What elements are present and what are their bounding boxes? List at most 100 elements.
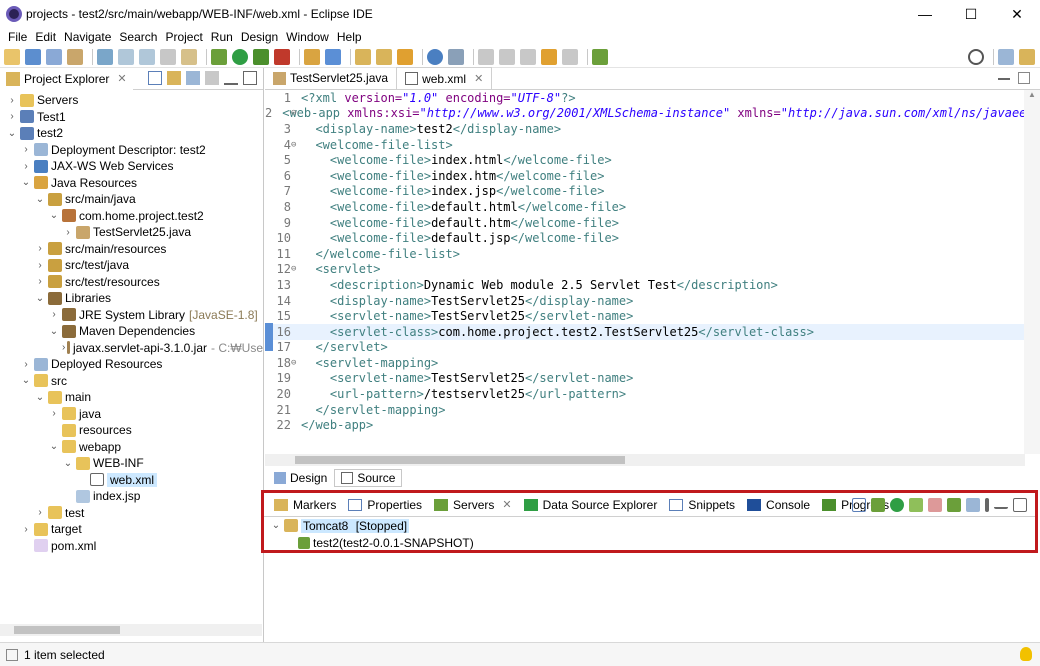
- tree-item[interactable]: ⌄ com.home.project.test2: [0, 208, 263, 225]
- expand-toggle-icon[interactable]: ›: [62, 342, 65, 353]
- close-tab-icon[interactable]: ✕: [117, 72, 126, 85]
- maximize-view-icon[interactable]: [243, 71, 257, 85]
- scroll-up-icon[interactable]: ▲: [1024, 90, 1040, 104]
- expand-toggle-icon[interactable]: ›: [34, 276, 46, 287]
- code-line[interactable]: 8 <welcome-file> default.html </welcome-fi…: [265, 199, 1025, 215]
- minimize-view-icon[interactable]: [994, 501, 1008, 509]
- tree-item[interactable]: › TestServlet25.java: [0, 224, 263, 241]
- expand-toggle-icon[interactable]: ⌄: [34, 392, 46, 403]
- publish-icon[interactable]: [947, 498, 961, 512]
- minimize-editor-icon[interactable]: [998, 72, 1010, 80]
- open-type-icon[interactable]: [67, 48, 83, 65]
- stop-server-icon[interactable]: [928, 498, 942, 512]
- expand-toggle-icon[interactable]: ⌄: [48, 326, 60, 337]
- minimize-view-icon[interactable]: [224, 71, 238, 85]
- fold-toggle-icon[interactable]: ⊖: [291, 140, 296, 150]
- code-line[interactable]: 9 <welcome-file> default.htm </welcome-fil…: [265, 215, 1025, 231]
- xml-source-editor[interactable]: 1 <?xml version= "1.0" encoding= "UTF-8" ?> 2…: [265, 90, 1034, 454]
- expand-toggle-icon[interactable]: ›: [48, 309, 60, 320]
- back-icon[interactable]: [541, 48, 557, 65]
- search-icon[interactable]: [968, 48, 984, 65]
- link-with-editor-icon[interactable]: [167, 71, 181, 85]
- menu-search[interactable]: Search: [115, 30, 161, 44]
- collapse-all-icon[interactable]: [148, 71, 162, 85]
- menu-navigate[interactable]: Navigate: [60, 30, 115, 44]
- expand-toggle-icon[interactable]: ⌄: [20, 177, 32, 188]
- external-tools-icon[interactable]: [274, 48, 290, 65]
- fold-toggle-icon[interactable]: ⊖: [291, 358, 296, 368]
- expand-toggle-icon[interactable]: ⌄: [34, 293, 46, 304]
- lightbulb-icon[interactable]: [1020, 647, 1032, 661]
- tab-properties[interactable]: Properties: [344, 494, 426, 516]
- next-annotation-icon[interactable]: [478, 48, 494, 65]
- expand-toggle-icon[interactable]: ⌄: [48, 210, 60, 221]
- tree-item[interactable]: ⌄ test2: [0, 125, 263, 142]
- tree-item[interactable]: ⌄ WEB-INF: [0, 455, 263, 472]
- expand-toggle-icon[interactable]: ⌄: [270, 520, 282, 531]
- scrollbar-thumb[interactable]: [14, 626, 120, 634]
- code-line[interactable]: 13 <description> Dynamic Web module 2.5 S…: [265, 277, 1025, 293]
- code-line[interactable]: 12 ⊖ <servlet>: [265, 262, 1025, 278]
- code-line[interactable]: 15 <servlet-name> TestServlet25 </servlet-…: [265, 308, 1025, 324]
- project-explorer-horizontal-scrollbar[interactable]: [0, 624, 262, 636]
- open-task-icon[interactable]: [376, 48, 392, 65]
- tree-item[interactable]: › test: [0, 505, 263, 522]
- close-button[interactable]: ✕: [994, 0, 1040, 28]
- code-line[interactable]: 22 </web-app>: [265, 417, 1025, 433]
- expand-toggle-icon[interactable]: ⌄: [34, 194, 46, 205]
- suspend-icon[interactable]: [139, 48, 155, 65]
- new-java-package-icon[interactable]: [304, 48, 320, 65]
- scrollbar-thumb[interactable]: [295, 456, 625, 464]
- tab-project-explorer[interactable]: Project Explorer ✕: [0, 67, 133, 90]
- code-line[interactable]: 1 <?xml version= "1.0" encoding= "UTF-8" ?>: [265, 90, 1025, 106]
- tree-item[interactable]: › JAX-WS Web Services: [0, 158, 263, 175]
- expand-toggle-icon[interactable]: ›: [48, 408, 60, 419]
- server-row-tomcat8[interactable]: ⌄ Tomcat8 [Stopped]: [264, 517, 1035, 534]
- editor-vertical-scrollbar[interactable]: ▲: [1024, 90, 1040, 454]
- tree-item[interactable]: › Servers: [0, 92, 263, 109]
- tree-item[interactable]: › java: [0, 406, 263, 423]
- expand-toggle-icon[interactable]: ›: [20, 359, 32, 370]
- tab-servers[interactable]: Servers ✕: [430, 493, 516, 516]
- resume-icon[interactable]: [118, 48, 134, 65]
- tab-console[interactable]: Console: [743, 494, 814, 516]
- menu-edit[interactable]: Edit: [31, 30, 60, 44]
- tree-item[interactable]: › Deployment Descriptor: test2: [0, 142, 263, 159]
- code-line[interactable]: 2 ⊖ <web-app xmlns:xsi= "http://www.w3.org/…: [265, 106, 1034, 122]
- debug-server-icon[interactable]: [871, 498, 885, 512]
- expand-toggle-icon[interactable]: ›: [6, 95, 18, 106]
- expand-toggle-icon[interactable]: ›: [20, 524, 32, 535]
- menu-design[interactable]: Design: [237, 30, 282, 44]
- menu-help[interactable]: Help: [333, 30, 366, 44]
- tree-item[interactable]: › Deployed Resources: [0, 356, 263, 373]
- tree-item[interactable]: pom.xml: [0, 538, 263, 555]
- tree-item[interactable]: › src/main/resources: [0, 241, 263, 258]
- close-tab-icon[interactable]: ✕: [474, 72, 483, 85]
- code-line[interactable]: 3 <display-name> test2 </display-name>: [265, 121, 1025, 137]
- profile-server-icon[interactable]: [909, 498, 923, 512]
- tree-item[interactable]: › src/test/java: [0, 257, 263, 274]
- menu-project[interactable]: Project: [161, 30, 206, 44]
- menu-run[interactable]: Run: [207, 30, 237, 44]
- tree-item[interactable]: web.xml: [0, 472, 263, 489]
- open-folder-icon[interactable]: [355, 48, 371, 65]
- code-line[interactable]: 16 <servlet-class> com.home.project.test2…: [265, 323, 1025, 340]
- tree-item[interactable]: ⌄ src/main/java: [0, 191, 263, 208]
- tree-item[interactable]: index.jsp: [0, 488, 263, 505]
- save-all-icon[interactable]: [46, 48, 62, 65]
- tree-item[interactable]: ⌄ Maven Dependencies: [0, 323, 263, 340]
- code-line[interactable]: 17 </servlet>: [265, 340, 1025, 356]
- expand-toggle-icon[interactable]: ⌄: [62, 458, 74, 469]
- previous-annotation-icon[interactable]: [499, 48, 515, 65]
- code-line[interactable]: 4 ⊖ <welcome-file-list>: [265, 137, 1025, 153]
- run-icon[interactable]: [232, 48, 248, 65]
- code-line[interactable]: 6 <welcome-file> index.htm </welcome-file>: [265, 168, 1025, 184]
- editor-tab-web-xml[interactable]: web.xml ✕: [396, 67, 493, 89]
- start-server-icon[interactable]: [890, 498, 904, 512]
- menu-file[interactable]: File: [4, 30, 31, 44]
- design-tab[interactable]: Design: [267, 469, 334, 487]
- view-menu-icon[interactable]: [205, 71, 219, 85]
- tree-item[interactable]: › Test1: [0, 109, 263, 126]
- expand-toggle-icon[interactable]: ⌄: [48, 441, 60, 452]
- new-icon[interactable]: [4, 48, 20, 65]
